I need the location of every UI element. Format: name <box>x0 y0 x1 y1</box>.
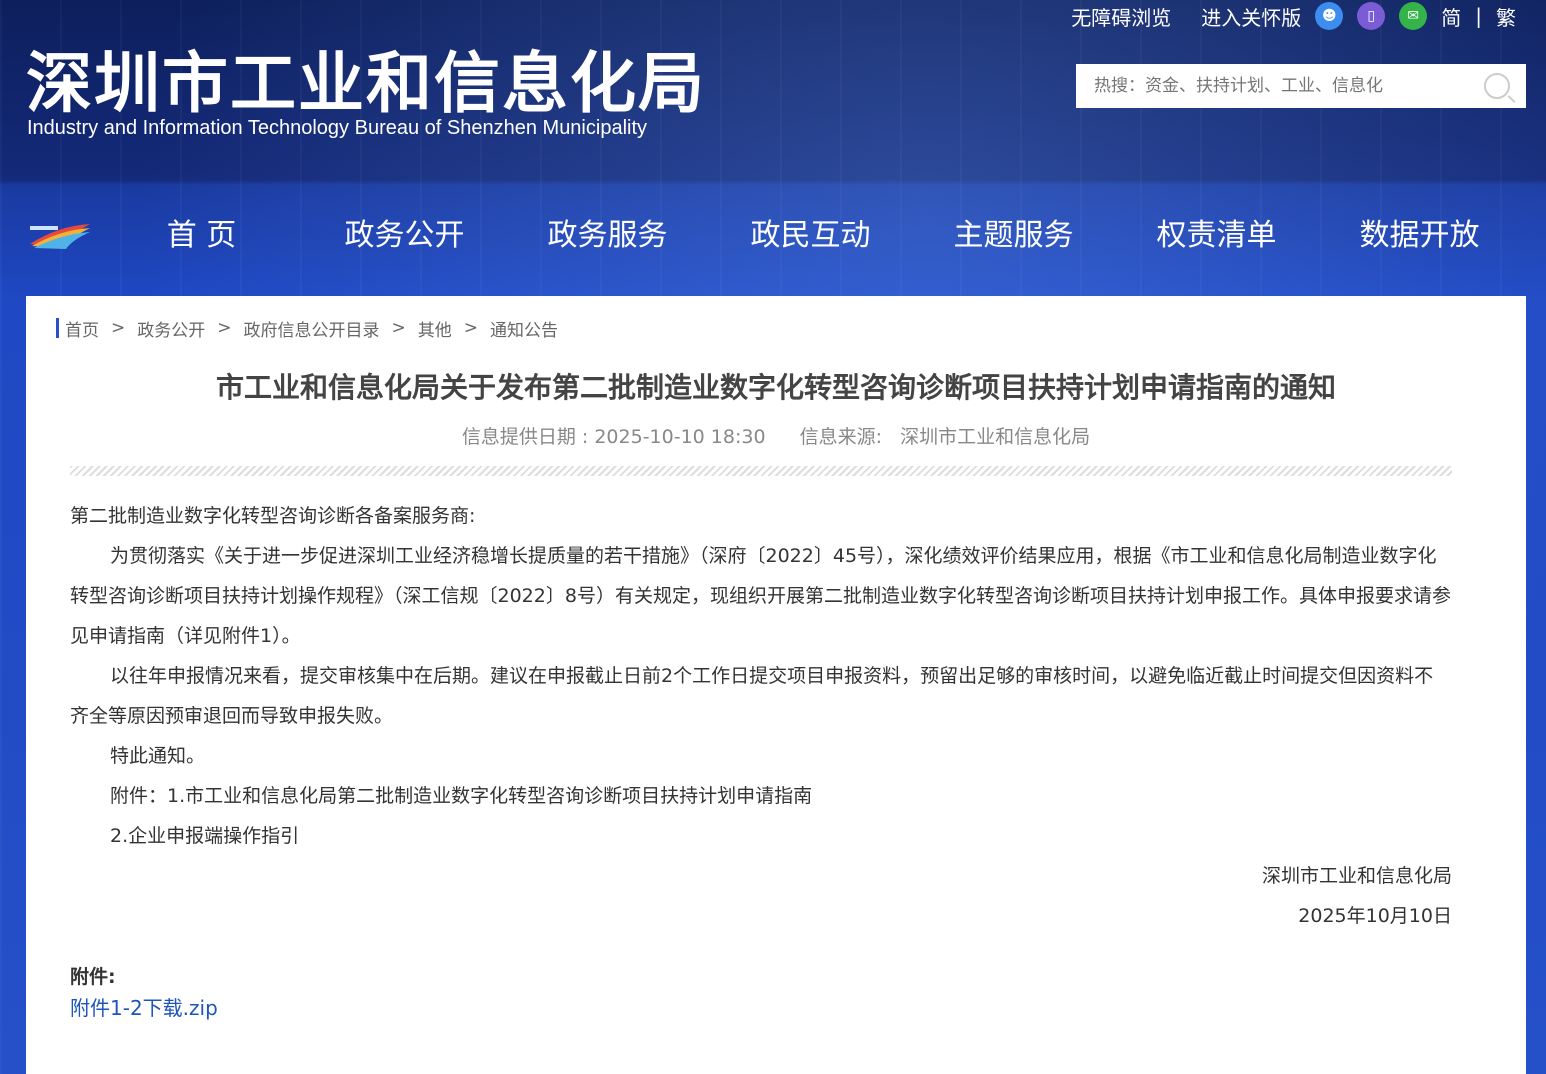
attachments-label: 附件: <box>70 966 116 988</box>
nav-open-data[interactable]: 数据开放 <box>1318 183 1521 293</box>
breadcrumb: 首页 > 政务公开 > 政府信息公开目录 > 其他 > 通知公告 <box>56 316 558 341</box>
robot-icon[interactable]: ☻ <box>1315 2 1344 30</box>
article-meta: 信息提供日期 : 2025-10-10 18:30 信息来源: 深圳市工业和信息… <box>26 422 1526 449</box>
article-paragraph: 以往年申报情况来看，提交审核集中在后期。建议在申报截止日前2个工作日提交项目申报… <box>70 665 1434 727</box>
site-title-english: Industry and Information Technology Bure… <box>27 117 648 139</box>
breadcrumb-arrow: > <box>391 318 406 338</box>
breadcrumb-arrow: > <box>463 318 478 338</box>
traditional-chinese-link[interactable]: 繁 <box>1496 2 1516 31</box>
search-input[interactable] <box>1092 75 1484 97</box>
search-icon[interactable] <box>1484 73 1510 99</box>
article-attachment-1: 附件：1.市工业和信息化局第二批制造业数字化转型咨询诊断项目扶持计划申请指南 <box>110 785 813 807</box>
breadcrumb-arrow: > <box>111 318 126 338</box>
article-date: 信息提供日期 : 2025-10-10 18:30 <box>461 426 766 448</box>
article-attachment-2: 2.企业申报端操作指引 <box>110 825 300 847</box>
article-title: 市工业和信息化局关于发布第二批制造业数字化转型咨询诊断项目扶持计划申请指南的通知 <box>215 371 1336 404</box>
breadcrumb-government-affairs[interactable]: 政务公开 <box>137 316 205 341</box>
wechat-icon[interactable]: ✉ <box>1399 2 1428 30</box>
simplified-chinese-link[interactable]: 简 <box>1441 2 1461 31</box>
nav-interaction[interactable]: 政民互动 <box>709 183 912 293</box>
article-salutation: 第二批制造业数字化转型咨询诊断各备案服务商: <box>70 505 476 527</box>
article-body: 第二批制造业数字化转型咨询诊断各备案服务商: 为贯彻落实《关于进一步促进深圳工业… <box>70 496 1452 936</box>
nav-responsibility-list[interactable]: 权责清单 <box>1115 183 1318 293</box>
site-title: 深圳市工业和信息化局 <box>26 45 706 122</box>
breadcrumb-notices[interactable]: 通知公告 <box>490 316 558 341</box>
article-source: 信息来源: 深圳市工业和信息化局 <box>799 426 1091 448</box>
attachment-download-link[interactable]: 附件1-2下载.zip <box>70 992 218 1021</box>
nav-logo-icon[interactable] <box>28 222 92 252</box>
article-paragraph: 特此通知。 <box>110 745 206 767</box>
breadcrumb-info-directory[interactable]: 政府信息公开目录 <box>244 316 380 341</box>
breadcrumb-home[interactable]: 首页 <box>65 316 99 341</box>
care-version-link[interactable]: 进入关怀版 <box>1201 2 1301 31</box>
language-separator: | <box>1475 4 1482 28</box>
accessible-browse-link[interactable]: 无障碍浏览 <box>1071 2 1171 31</box>
site-header: 深圳市工业和信息化局 Industry and Information Tech… <box>0 0 1546 183</box>
article-panel: 首页 > 政务公开 > 政府信息公开目录 > 其他 > 通知公告 市工业和信息化… <box>26 296 1526 1074</box>
article-paragraph: 为贯彻落实《关于进一步促进深圳工业经济稳增长提质量的若干措施》（深府〔2022〕… <box>70 545 1451 647</box>
nav-home[interactable]: 首 页 <box>100 183 303 293</box>
title-divider <box>70 466 1452 476</box>
top-links: 无障碍浏览 进入关怀版 ☻ ▯ ✉ 简 | 繁 <box>1071 2 1516 30</box>
main-nav: 首 页 政务公开 政务服务 政民互动 主题服务 权责清单 数据开放 <box>100 183 1546 293</box>
nav-government-services[interactable]: 政务服务 <box>506 183 709 293</box>
nav-government-affairs[interactable]: 政务公开 <box>303 183 506 293</box>
search-box <box>1076 64 1526 108</box>
breadcrumb-arrow: > <box>217 318 232 338</box>
mobile-icon[interactable]: ▯ <box>1357 2 1386 30</box>
article-signature: 深圳市工业和信息化局 <box>1261 865 1452 887</box>
article-sign-date: 2025年10月10日 <box>1298 905 1452 927</box>
nav-theme-services[interactable]: 主题服务 <box>912 183 1115 293</box>
breadcrumb-other[interactable]: 其他 <box>418 316 452 341</box>
